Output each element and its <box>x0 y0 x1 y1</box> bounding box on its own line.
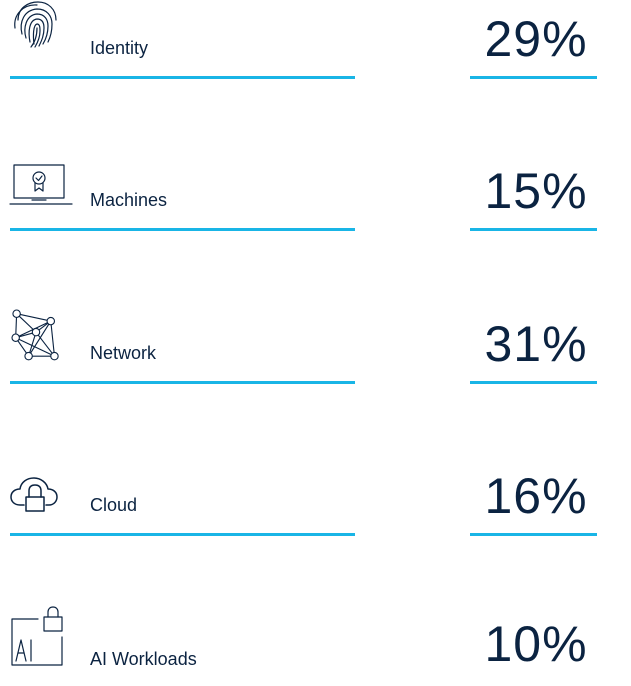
laptop-certificate-icon <box>9 162 73 210</box>
category-row-cloud: Cloud 16% <box>0 457 631 537</box>
cloud-lock-icon <box>10 471 62 519</box>
category-row-network: Network 31% <box>0 305 631 385</box>
divider <box>10 76 355 79</box>
category-label: Identity <box>90 38 149 58</box>
category-label: Machines <box>90 190 168 210</box>
divider <box>470 228 597 231</box>
network-nodes-icon <box>10 309 62 361</box>
divider <box>470 381 597 384</box>
category-percent: 16% <box>484 468 588 524</box>
category-row-identity: Identity 29% <box>0 0 631 80</box>
divider <box>10 533 355 536</box>
category-percent: 10% <box>484 616 588 672</box>
category-label: Network <box>90 343 157 363</box>
divider <box>470 76 597 79</box>
divider <box>10 228 355 231</box>
category-percent: 31% <box>484 316 588 372</box>
divider <box>470 533 597 536</box>
category-row-ai-workloads: AI Workloads 10% <box>0 605 631 685</box>
category-row-machines: Machines 15% <box>0 152 631 232</box>
category-label: Cloud <box>90 495 138 515</box>
category-label: AI Workloads <box>90 649 197 669</box>
ai-lock-icon <box>10 606 63 666</box>
category-percent: 15% <box>484 163 588 219</box>
fingerprint-icon <box>10 0 62 48</box>
category-percent: 29% <box>484 11 588 67</box>
divider <box>10 381 355 384</box>
